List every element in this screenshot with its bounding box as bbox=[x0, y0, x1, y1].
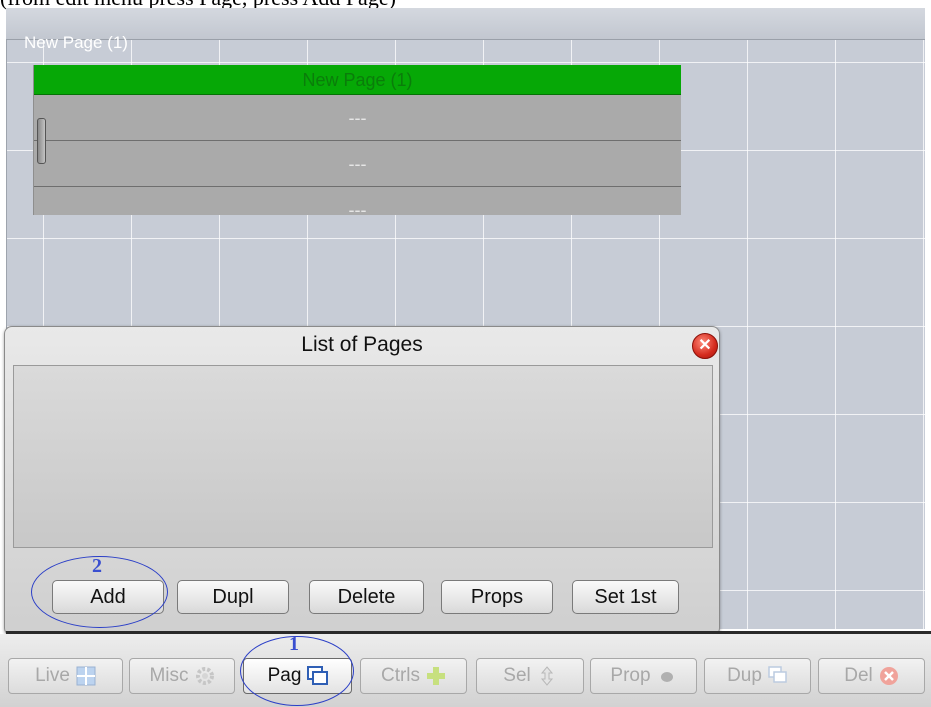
list-scroll-handle[interactable] bbox=[37, 118, 46, 164]
list-item-selected[interactable]: New Page (1) bbox=[34, 65, 681, 95]
ctrls-label: Ctrls bbox=[380, 665, 421, 686]
sel-button[interactable]: Sel bbox=[476, 658, 584, 694]
close-icon bbox=[879, 666, 899, 686]
page-title: New Page (1) bbox=[24, 33, 128, 52]
dupl-button[interactable]: Dupl bbox=[177, 580, 289, 614]
grid-icon bbox=[76, 666, 96, 686]
plus-icon bbox=[426, 666, 446, 686]
set-first-button[interactable]: Set 1st bbox=[572, 580, 679, 614]
dup-button[interactable]: Dup bbox=[704, 658, 811, 694]
list-item[interactable]: --- bbox=[34, 141, 681, 187]
del-label: Del bbox=[844, 665, 873, 686]
gear-icon bbox=[195, 666, 215, 686]
delete-button[interactable]: Delete bbox=[309, 580, 424, 614]
prop-label: Prop bbox=[610, 665, 651, 686]
live-button[interactable]: Live bbox=[8, 658, 123, 694]
list-item[interactable]: --- bbox=[34, 187, 681, 215]
dot-icon bbox=[657, 666, 677, 686]
updown-arrow-icon bbox=[537, 666, 557, 686]
misc-button[interactable]: Misc bbox=[129, 658, 235, 694]
live-label: Live bbox=[35, 665, 70, 686]
prop-button[interactable]: Prop bbox=[590, 658, 697, 694]
misc-label: Misc bbox=[149, 665, 189, 686]
page-header-bar bbox=[6, 8, 925, 40]
dialog-title: List of Pages bbox=[301, 333, 423, 356]
list-frame bbox=[13, 365, 713, 548]
props-button[interactable]: Props bbox=[441, 580, 553, 614]
annotation-number-1: 1 bbox=[289, 633, 299, 655]
duplicate-icon bbox=[768, 666, 788, 686]
sel-label: Sel bbox=[503, 665, 531, 686]
del-button[interactable]: Del bbox=[818, 658, 925, 694]
close-icon[interactable]: ✕ bbox=[692, 333, 718, 359]
dup-label: Dup bbox=[727, 665, 762, 686]
list-item[interactable]: --- bbox=[34, 95, 681, 141]
annotation-number-2: 2 bbox=[92, 555, 102, 577]
pages-list[interactable]: New Page (1) --- --- --- bbox=[33, 65, 681, 215]
ctrls-button[interactable]: Ctrls bbox=[360, 658, 467, 694]
